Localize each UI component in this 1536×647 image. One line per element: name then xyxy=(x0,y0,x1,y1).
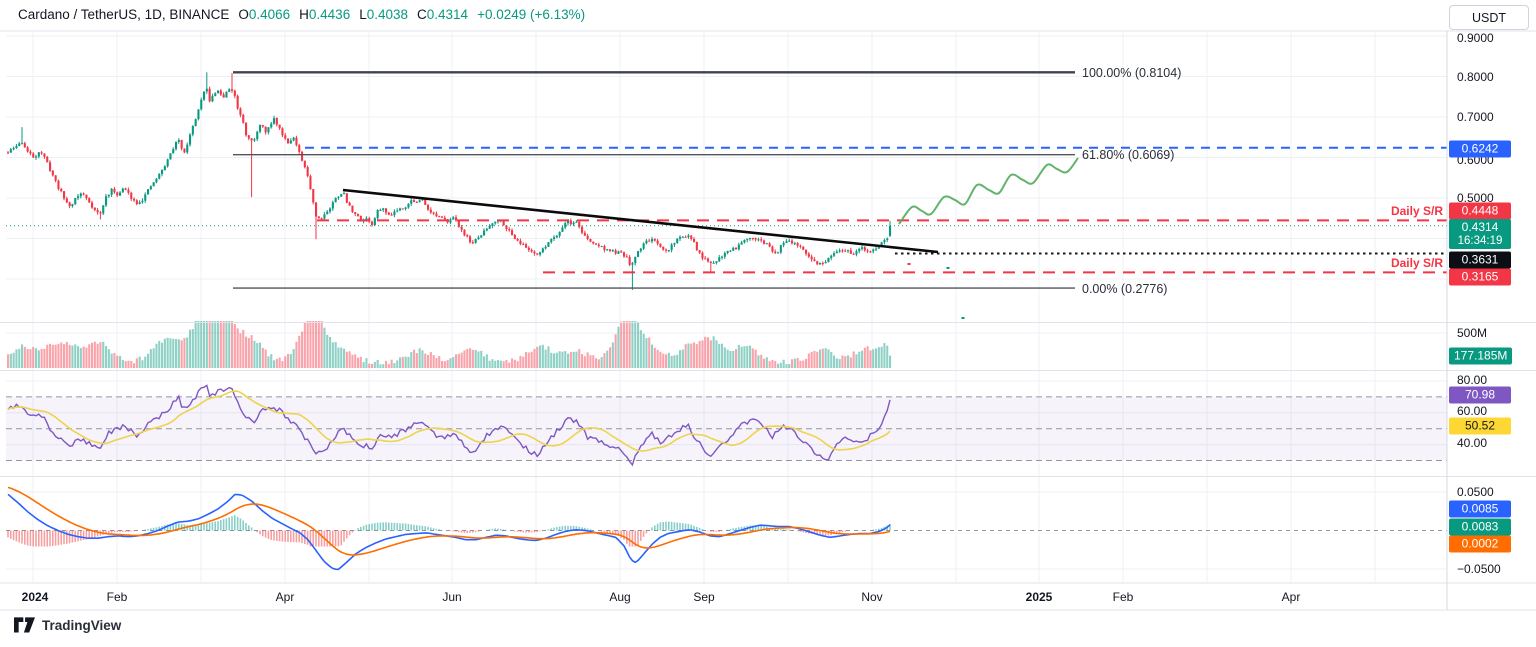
time-axis-label: Sep xyxy=(693,590,714,604)
price-scale-tick: 0.7000 xyxy=(1457,110,1494,124)
rsi-ma-value-label: 50.52 xyxy=(1449,418,1511,435)
open-label: O xyxy=(238,7,249,22)
volume-value-label: 177.185M xyxy=(1449,348,1512,365)
sr-lower-price-label: 0.3165 xyxy=(1449,269,1511,286)
tradingview-logo-icon xyxy=(14,617,35,634)
price-scale-tick: 40.00 xyxy=(1457,436,1487,450)
change-value: +0.0249 (+6.13%) xyxy=(477,7,585,22)
price-scale-tick: 0.9000 xyxy=(1457,31,1494,45)
close-label: C xyxy=(417,7,427,22)
time-axis-label: Apr xyxy=(276,590,295,604)
close-value: 0.4314 xyxy=(427,7,468,22)
tradingview-logo[interactable]: TradingView xyxy=(14,617,121,634)
macd-value-label: 0.0085 xyxy=(1449,501,1511,518)
time-axis-label: 2024 xyxy=(22,590,49,604)
macd-hist-value-label: 0.0083 xyxy=(1449,519,1511,536)
sr-black-price-label: 0.3631 xyxy=(1449,252,1511,269)
rsi-value-label: 70.98 xyxy=(1449,387,1511,404)
tradingview-app: Cardano / TetherUS, 1D, BINANCE O0.4066 … xyxy=(0,0,1536,647)
price-scale-tick: 60.00 xyxy=(1457,404,1487,418)
chart-canvas[interactable] xyxy=(0,0,1536,647)
tradingview-logo-text: TradingView xyxy=(42,618,121,633)
time-axis[interactable]: 2024 Feb Apr Jun Aug Sep Nov 2025 Feb Apr xyxy=(0,584,1447,610)
symbol-title[interactable]: Cardano / TetherUS, 1D, BINANCE xyxy=(18,7,229,22)
chart-legend[interactable]: Cardano / TetherUS, 1D, BINANCE O0.4066 … xyxy=(18,7,585,22)
high-value: 0.4436 xyxy=(309,7,350,22)
price-scale-tick: 0.0500 xyxy=(1457,485,1494,499)
time-axis-label: Aug xyxy=(609,590,630,604)
currency-unit-button[interactable]: USDT xyxy=(1449,5,1529,30)
sr-upper-price-label: 0.4448 xyxy=(1449,203,1511,220)
time-axis-label: Apr xyxy=(1282,590,1301,604)
macd-signal-value-label: 0.0002 xyxy=(1449,536,1511,553)
last-price-label: 0.431416:34:19 xyxy=(1449,219,1511,249)
time-axis-label: Feb xyxy=(107,590,128,604)
time-axis-label: Feb xyxy=(1113,590,1134,604)
open-value: 0.4066 xyxy=(249,7,290,22)
price-scale-tick: 80.00 xyxy=(1457,373,1487,387)
blue-line-price-label: 0.6242 xyxy=(1449,141,1511,158)
price-scale-tick: 500M xyxy=(1457,326,1487,340)
price-scale[interactable]: 0.90000.80000.70000.60000.5000500M80.006… xyxy=(1447,31,1536,610)
price-scale-tick: −0.0500 xyxy=(1457,562,1501,576)
low-label: L xyxy=(359,7,367,22)
time-axis-label: Jun xyxy=(442,590,461,604)
low-value: 0.4038 xyxy=(367,7,408,22)
time-axis-label: 2025 xyxy=(1026,590,1053,604)
price-scale-tick: 0.8000 xyxy=(1457,70,1494,84)
time-axis-label: Nov xyxy=(861,590,882,604)
high-label: H xyxy=(299,7,309,22)
